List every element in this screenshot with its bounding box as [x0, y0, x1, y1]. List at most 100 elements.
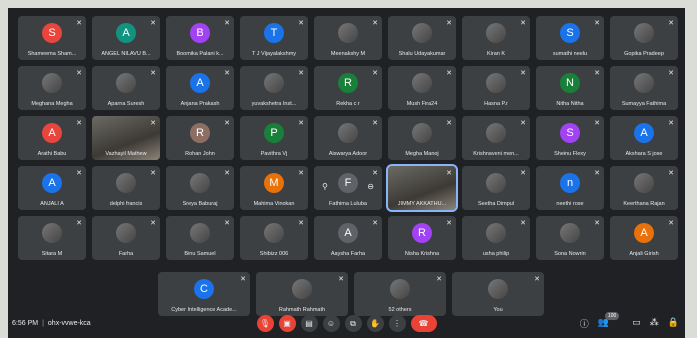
participant-tile[interactable]: ✕ Meghana Megha: [18, 66, 86, 110]
participant-tile[interactable]: R ✕ Rekha c r: [314, 66, 382, 110]
mic-muted-icon: ✕: [594, 120, 600, 127]
participant-tile[interactable]: C ✕ Cyber Intelligence Acade...: [158, 272, 250, 316]
participant-tile[interactable]: R ✕ Nisha Krishna: [388, 216, 456, 260]
participant-tile[interactable]: ✕ Meenakshy M: [314, 16, 382, 60]
chat-icon[interactable]: ▭: [632, 317, 641, 330]
participant-tile[interactable]: ✕ Megha Manoj: [388, 116, 456, 160]
mic-muted-icon: ✕: [298, 20, 304, 27]
avatar-initial: S: [560, 123, 580, 143]
participant-tile[interactable]: ✕ Keerthana Rajan: [610, 166, 678, 210]
participant-tile[interactable]: ✕ Aiswarya Adoor: [314, 116, 382, 160]
captions-button[interactable]: ▤: [300, 315, 318, 332]
avatar-photo: [390, 279, 410, 299]
participant-tile[interactable]: A ✕ Arathi Babu: [18, 116, 86, 160]
present-button[interactable]: ⧉: [344, 315, 362, 332]
participant-tile[interactable]: ✕ Rahmath Rahmath: [256, 272, 348, 316]
info-icon[interactable]: ⓘ: [580, 317, 589, 330]
participant-tile[interactable]: ✕ Vazhayil Mathew: [92, 116, 160, 160]
participant-name: Kiran K: [486, 51, 506, 57]
participant-tile[interactable]: A ✕ Anjali Girish: [610, 216, 678, 260]
host-controls-icon[interactable]: 🔒: [668, 317, 679, 330]
participant-tile[interactable]: ✕ You: [452, 272, 544, 316]
emoji-button[interactable]: ☺: [322, 315, 340, 332]
participant-name: Shibizz 006: [259, 251, 289, 257]
participant-tile[interactable]: S ✕ Shameema Sham...: [18, 16, 86, 60]
avatar-photo: [116, 73, 136, 93]
participant-name: Arathi Babu: [37, 151, 67, 157]
mic-muted-icon: ✕: [150, 170, 156, 177]
mic-muted-icon: ✕: [150, 20, 156, 27]
participant-name: Nisha Krishna: [404, 251, 440, 257]
participant-tile[interactable]: ✕ Shibizz 006: [240, 216, 308, 260]
participant-name: Meghana Megha: [31, 101, 73, 107]
avatar-photo: [264, 73, 284, 93]
participant-tile[interactable]: A ✕ Anjana Prakash: [166, 66, 234, 110]
mic-muted-icon: ✕: [298, 70, 304, 77]
participant-tile[interactable]: ✕ 52 others: [354, 272, 446, 316]
participant-name: Binu Samuel: [184, 251, 216, 257]
camera-off-button[interactable]: ▣: [278, 315, 296, 332]
participant-tile[interactable]: A ✕ ANJALI A: [18, 166, 86, 210]
participant-name: Megha Manoj: [405, 151, 439, 157]
participant-tile[interactable]: ✕ Sreya Baburaj: [166, 166, 234, 210]
participant-tile[interactable]: F ⚲ ⊖ ✕ Fathima Luluba: [314, 166, 382, 210]
participant-tile[interactable]: ✕ Kiran K: [462, 16, 530, 60]
participant-tile[interactable]: S ✕ Sheinu Flexy: [536, 116, 604, 160]
mic-muted-icon: ✕: [668, 70, 674, 77]
avatar-initial: A: [116, 23, 136, 43]
participant-tile[interactable]: ✕ Mush Fira24: [388, 66, 456, 110]
avatar-initial: A: [634, 123, 654, 143]
more-options-button[interactable]: ⋮: [388, 315, 406, 332]
participant-name: Meenakshy M: [330, 51, 366, 57]
participant-tile[interactable]: ✕ Farha: [92, 216, 160, 260]
raise-hand-button[interactable]: ✋: [366, 315, 384, 332]
mic-muted-icon: ✕: [150, 120, 156, 127]
participant-tile[interactable]: A ✕ ANGEL NILAVU B...: [92, 16, 160, 60]
participant-tile[interactable]: ✕ Seetha Dimpul: [462, 166, 530, 210]
participant-tile[interactable]: ✕ usha philip: [462, 216, 530, 260]
participant-tile[interactable]: B ✕ Boomika Palani k...: [166, 16, 234, 60]
mic-muted-icon: ✕: [224, 20, 230, 27]
participant-tile[interactable]: A ✕ Akshara S jose: [610, 116, 678, 160]
avatar-initial: R: [412, 223, 432, 243]
mic-muted-icon: ✕: [372, 220, 378, 227]
pin-icon[interactable]: ⚲: [322, 182, 328, 191]
participant-tile[interactable]: ✕ Binu Samuel: [166, 216, 234, 260]
participant-name: Boomika Palani k...: [176, 51, 224, 57]
participant-tile[interactable]: ✕ delphi francis: [92, 166, 160, 210]
participant-name: delphi francis: [109, 201, 143, 207]
remove-icon[interactable]: ⊖: [367, 182, 374, 191]
participant-tile[interactable]: A ✕ Aaysha Farha: [314, 216, 382, 260]
mic-off-button[interactable]: 🎙: [256, 315, 274, 332]
participant-tile[interactable]: ✕ Shalu Udayakumar: [388, 16, 456, 60]
participant-tile[interactable]: ✕ JIMMY AKKATHU...: [386, 164, 458, 212]
participant-tile[interactable]: N ✕ Nitha Nitha: [536, 66, 604, 110]
participant-tile[interactable]: ✕ Sumayya Fathima: [610, 66, 678, 110]
avatar-photo: [486, 173, 506, 193]
participant-tile[interactable]: ✕ Sona Nowrin: [536, 216, 604, 260]
participant-name: Rohan John: [185, 151, 215, 157]
leave-call-button[interactable]: ☎: [410, 315, 437, 332]
participant-tile[interactable]: P ✕ Pavithra Vj: [240, 116, 308, 160]
participant-tile[interactable]: ✕ Sitara M: [18, 216, 86, 260]
mic-muted-icon: ✕: [446, 170, 452, 177]
participant-tile[interactable]: ✕ Aparna Suresh: [92, 66, 160, 110]
participant-tile[interactable]: R ✕ Rohan John: [166, 116, 234, 160]
participant-tile[interactable]: ✕ Krishnaveni men...: [462, 116, 530, 160]
participant-tile[interactable]: ✕ Hasna P.r: [462, 66, 530, 110]
people-icon[interactable]: 👥100: [598, 312, 624, 330]
participant-tile[interactable]: ✕ Gopika Pradeep: [610, 16, 678, 60]
participant-name: sumathi neelu: [552, 51, 588, 57]
participant-tile[interactable]: n ✕ neethi rose: [536, 166, 604, 210]
avatar-initial: A: [42, 123, 62, 143]
participant-tile[interactable]: M ✕ Mahima Vinokan: [240, 166, 308, 210]
participant-name: Sheinu Flexy: [554, 151, 586, 157]
participant-name: Gopika Pradeep: [624, 51, 664, 57]
participant-tile[interactable]: T ✕ T J Vijayalakshmy: [240, 16, 308, 60]
mic-muted-icon: ✕: [76, 220, 82, 227]
mic-muted-icon: ✕: [338, 276, 344, 283]
participant-tile[interactable]: ✕ yuvakshetra Inst...: [240, 66, 308, 110]
participant-tile[interactable]: S ✕ sumathi neelu: [536, 16, 604, 60]
activities-icon[interactable]: ⁂: [650, 317, 659, 330]
participant-name: yuvakshetra Inst...: [251, 101, 297, 107]
